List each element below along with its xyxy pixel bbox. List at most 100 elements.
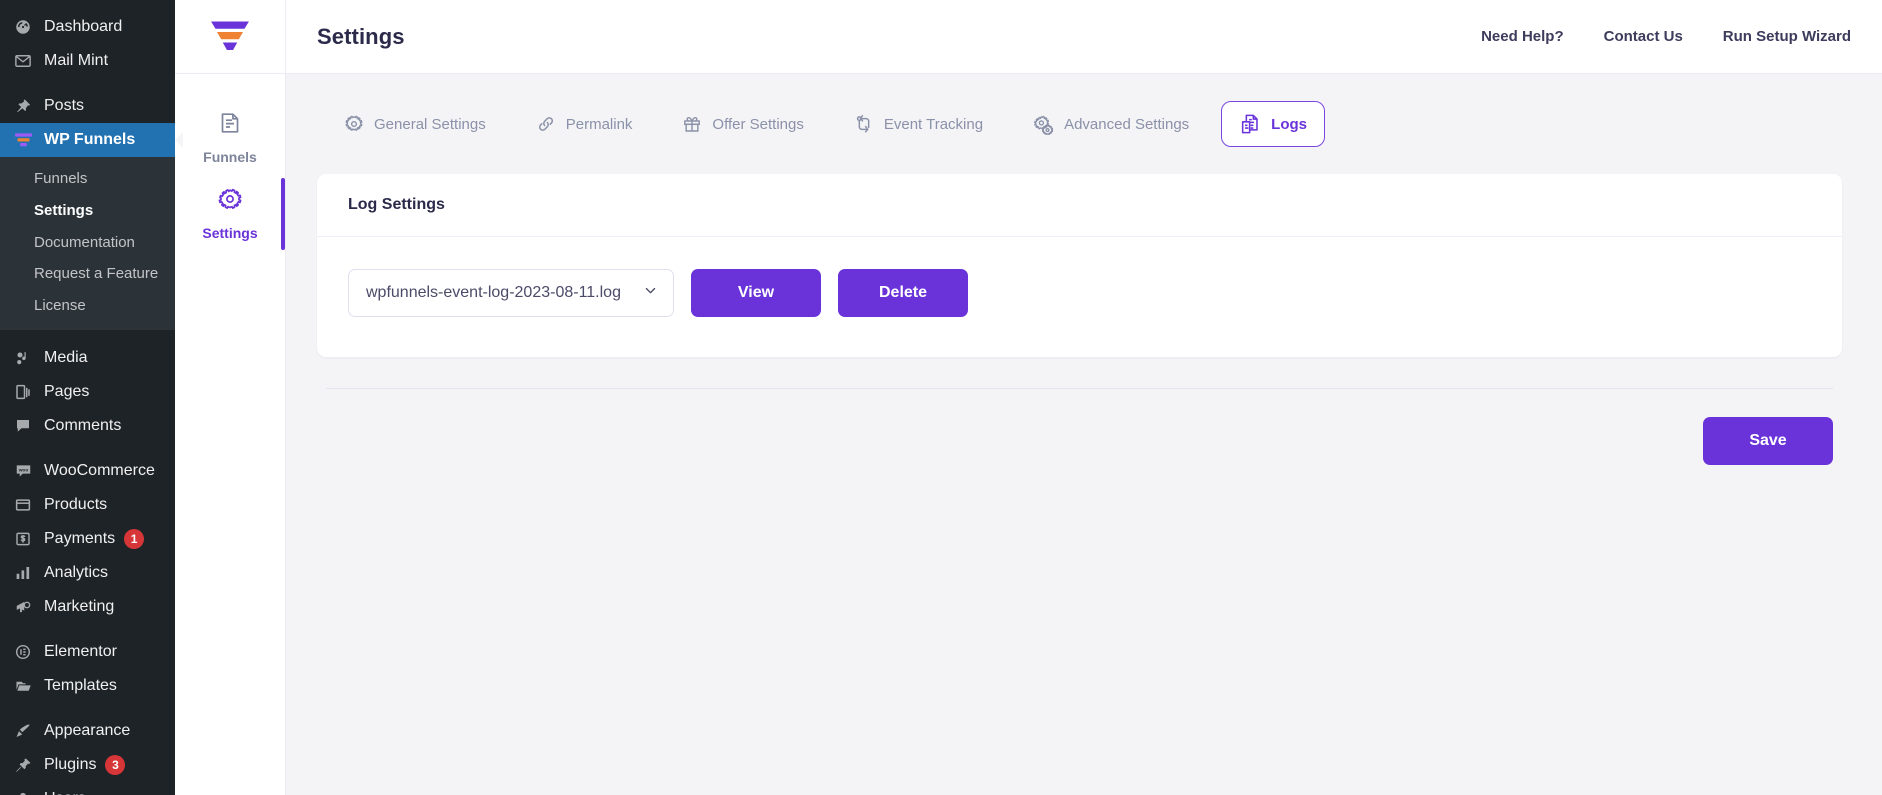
rail-item-label: Funnels — [203, 149, 257, 165]
sidebar-item-label: Appearance — [44, 721, 131, 739]
tracking-icon — [854, 114, 874, 134]
page-title: Settings — [317, 23, 405, 49]
plug-icon — [11, 755, 35, 775]
sidebar-item-label: WP Funnels — [44, 131, 136, 148]
sidebar-separator — [0, 78, 175, 89]
tab-general-settings[interactable]: General Settings — [326, 102, 504, 146]
document-icon — [218, 111, 242, 140]
sidebar-item-pages[interactable]: Pages — [0, 375, 175, 409]
page-body: Funnels Settings General Settings Permal… — [175, 74, 1882, 795]
sidebar-item-plugins[interactable]: Plugins 3 — [0, 748, 175, 782]
sidebar-item-label: Analytics — [44, 563, 109, 581]
card-title: Log Settings — [317, 174, 1842, 237]
submenu-item-license[interactable]: License — [0, 290, 175, 322]
gear-icon — [218, 187, 242, 216]
dashboard-icon — [11, 17, 35, 37]
elementor-icon — [11, 642, 35, 662]
tab-label: Advanced Settings — [1064, 115, 1190, 133]
wp-admin-sidebar: Dashboard Mail Mint Posts WP Funnels Fun… — [0, 0, 175, 795]
sidebar-item-elementor[interactable]: Elementor — [0, 635, 175, 669]
sidebar-item-appearance[interactable]: Appearance — [0, 714, 175, 748]
page-topbar: Settings Need Help? Contact Us Run Setup… — [175, 0, 1882, 74]
sidebar-item-marketing[interactable]: Marketing — [0, 590, 175, 624]
sidebar-item-analytics[interactable]: Analytics — [0, 556, 175, 590]
plugin-page: Settings Need Help? Contact Us Run Setup… — [175, 0, 1882, 795]
delete-log-button[interactable]: Delete — [838, 269, 968, 317]
sidebar-item-comments[interactable]: Comments — [0, 409, 175, 443]
wpfunnels-logo — [211, 20, 249, 50]
log-settings-card: Log Settings wpfunnels-event-log-2023-08… — [317, 174, 1842, 357]
sidebar-item-label: Media — [44, 348, 88, 366]
tab-event-tracking[interactable]: Event Tracking — [836, 102, 1001, 146]
brush-icon — [11, 721, 35, 741]
envelope-icon — [11, 51, 35, 71]
sidebar-item-label: Plugins — [44, 755, 97, 773]
link-icon — [536, 114, 556, 134]
sidebar-item-label: Users — [44, 790, 86, 795]
log-file-select[interactable]: wpfunnels-event-log-2023-08-11.log — [348, 269, 674, 317]
tab-label: Event Tracking — [883, 115, 984, 133]
log-file-select-wrapper: wpfunnels-event-log-2023-08-11.log — [348, 269, 674, 317]
tab-label: General Settings — [374, 115, 486, 133]
wp-funnels-submenu: Funnels Settings Documentation Request a… — [0, 157, 175, 330]
sidebar-item-woocommerce[interactable]: woo WooCommerce — [0, 454, 175, 488]
tab-advanced-settings[interactable]: Advanced Settings — [1015, 102, 1207, 147]
need-help-link[interactable]: Need Help? — [1481, 28, 1564, 45]
tab-label: Offer Settings — [712, 115, 804, 133]
status-badge: 1 — [124, 528, 145, 549]
sidebar-separator — [0, 703, 175, 714]
tab-label: Permalink — [565, 115, 633, 133]
tab-permalink[interactable]: Permalink — [518, 102, 651, 146]
sidebar-item-label: Products — [44, 495, 108, 513]
sidebar-item-label: Marketing — [44, 597, 115, 615]
sidebar-item-label: Dashboard — [44, 18, 123, 35]
sidebar-item-label: Posts — [44, 97, 85, 114]
tab-logs[interactable]: Logs — [1221, 101, 1326, 147]
sidebar-separator — [0, 443, 175, 454]
user-icon — [11, 789, 35, 795]
sidebar-item-label: Mail Mint — [44, 52, 109, 69]
status-badge: 3 — [105, 754, 126, 775]
run-setup-wizard-link[interactable]: Run Setup Wizard — [1723, 28, 1851, 45]
sidebar-item-label: Comments — [44, 416, 122, 434]
folder-icon — [11, 676, 35, 696]
sidebar-item-label: Pages — [44, 382, 90, 400]
sidebar-item-users[interactable]: Users — [0, 782, 175, 795]
gear-icon — [344, 114, 364, 134]
sidebar-item-templates[interactable]: Templates — [0, 669, 175, 703]
sidebar-item-label: Templates — [44, 676, 117, 694]
sidebar-item-products[interactable]: Products — [0, 488, 175, 522]
submenu-item-documentation[interactable]: Documentation — [0, 227, 175, 259]
pin-icon — [11, 96, 35, 116]
settings-content: General Settings Permalink Offer Setting… — [286, 74, 1882, 795]
card-body: wpfunnels-event-log-2023-08-11.log View … — [317, 237, 1842, 357]
funnel-icon — [11, 130, 35, 150]
settings-tabs: General Settings Permalink Offer Setting… — [317, 74, 1842, 174]
view-log-button[interactable]: View — [691, 269, 821, 317]
sidebar-item-media[interactable]: Media — [0, 341, 175, 375]
sidebar-separator — [0, 330, 175, 341]
tab-label: Logs — [1271, 115, 1308, 133]
sidebar-item-wp-funnels[interactable]: WP Funnels — [0, 123, 175, 157]
topbar-links: Need Help? Contact Us Run Setup Wizard — [1481, 0, 1882, 73]
sidebar-item-payments[interactable]: Payments 1 — [0, 522, 175, 556]
media-icon — [11, 348, 35, 368]
plugin-rail: Funnels Settings — [175, 74, 286, 795]
sidebar-item-posts[interactable]: Posts — [0, 89, 175, 123]
rail-item-settings[interactable]: Settings — [175, 176, 285, 252]
rail-item-funnels[interactable]: Funnels — [175, 100, 285, 176]
submenu-item-request-a-feature[interactable]: Request a Feature — [0, 258, 175, 290]
comment-icon — [11, 416, 35, 436]
sidebar-item-dashboard[interactable]: Dashboard — [0, 10, 175, 44]
submenu-item-funnels[interactable]: Funnels — [0, 163, 175, 195]
sidebar-item-label: WooCommerce — [44, 461, 155, 479]
tab-offer-settings[interactable]: Offer Settings — [664, 102, 821, 146]
save-button[interactable]: Save — [1703, 417, 1833, 465]
contact-us-link[interactable]: Contact Us — [1604, 28, 1683, 45]
sidebar-item-label: Elementor — [44, 642, 117, 660]
products-icon — [11, 495, 35, 515]
submenu-item-settings[interactable]: Settings — [0, 195, 175, 227]
logo-cell — [175, 0, 286, 73]
woo-icon: woo — [11, 461, 35, 481]
sidebar-item-mail-mint[interactable]: Mail Mint — [0, 44, 175, 78]
